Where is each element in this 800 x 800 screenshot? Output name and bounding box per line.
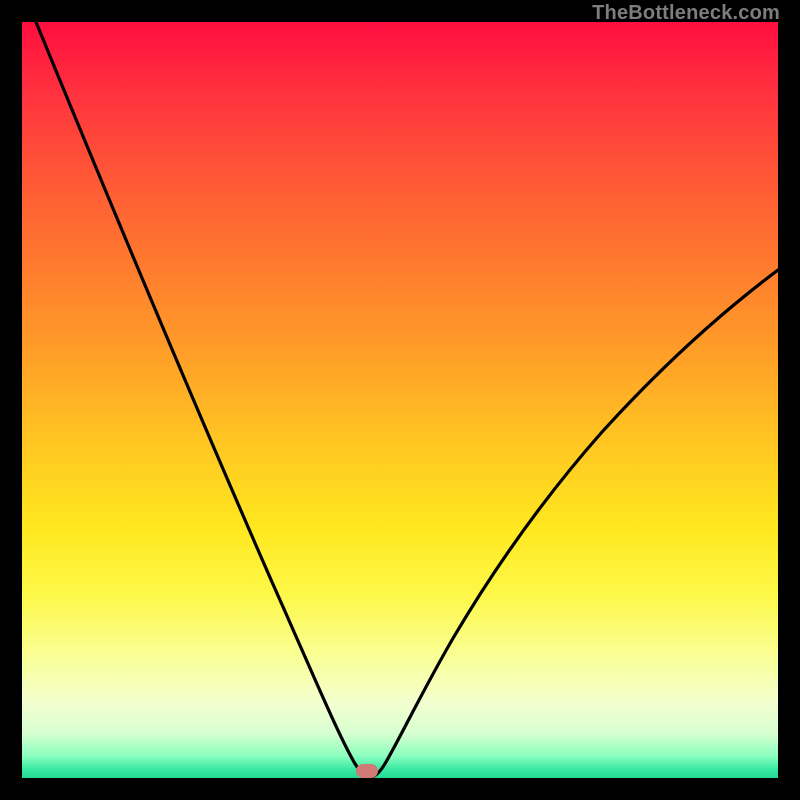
chart-frame: TheBottleneck.com bbox=[0, 0, 800, 800]
curve-svg bbox=[22, 22, 778, 778]
bottleneck-curve-path bbox=[36, 22, 778, 777]
minimum-marker bbox=[356, 764, 378, 778]
plot-area bbox=[22, 22, 778, 778]
